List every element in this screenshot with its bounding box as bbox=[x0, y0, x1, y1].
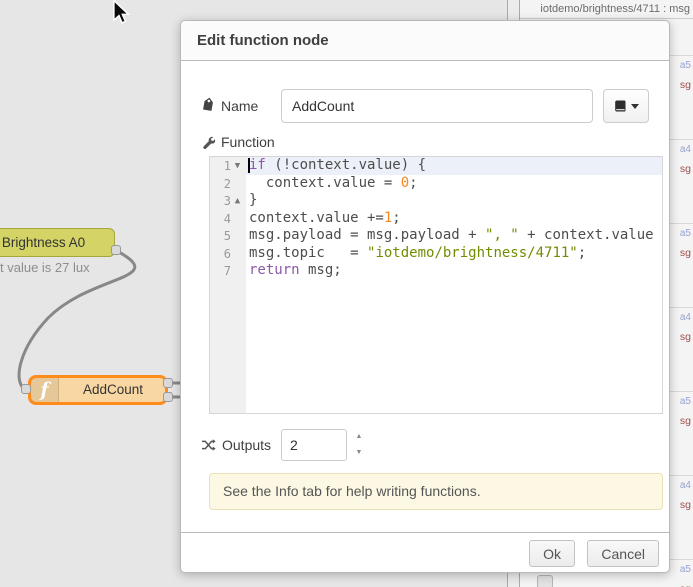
library-button[interactable] bbox=[603, 89, 649, 123]
fold-widget-icon[interactable]: ▼ bbox=[231, 158, 244, 175]
gutter-line: 6 bbox=[210, 245, 246, 263]
node-red-app: Brightness A0 t value is 27 lux f AddCou… bbox=[0, 0, 693, 587]
edit-function-dialog: Edit function node Name Function bbox=[180, 20, 670, 573]
code-line[interactable]: } bbox=[246, 192, 662, 210]
brightness-output-port[interactable] bbox=[111, 245, 121, 255]
outputs-input[interactable] bbox=[281, 429, 347, 461]
code-line[interactable]: msg.payload = msg.payload + ", " + conte… bbox=[246, 227, 662, 245]
spinner-down-button[interactable]: ▼ bbox=[350, 445, 368, 461]
spinner-up-button[interactable]: ▲ bbox=[350, 429, 368, 445]
fold-widget-icon[interactable]: ▲ bbox=[231, 193, 244, 210]
info-message: See the Info tab for help writing functi… bbox=[209, 473, 663, 510]
editor-gutter: 1 ▼ 2 3 ▲ 4 5 6 7 bbox=[210, 157, 246, 413]
mouse-cursor bbox=[113, 0, 130, 24]
addcount-output-port-2[interactable] bbox=[163, 392, 173, 402]
outputs-label-text: Outputs bbox=[222, 437, 272, 453]
code-line[interactable]: context.value = 0; bbox=[246, 175, 662, 193]
code-line[interactable]: return msg; bbox=[246, 262, 662, 280]
gutter-line: 2 bbox=[210, 175, 246, 193]
fold-widget-icon bbox=[231, 263, 244, 280]
editor-text-cursor bbox=[248, 158, 250, 173]
shuffle-icon bbox=[201, 439, 216, 451]
node-addcount-label: AddCount bbox=[82, 382, 144, 397]
book-icon bbox=[615, 100, 626, 112]
node-brightness-label: Brightness A0 bbox=[1, 235, 86, 250]
function-label-text: Function bbox=[221, 134, 275, 150]
gutter-line: 7 bbox=[210, 262, 246, 280]
debug-message-header[interactable]: iotdemo/brightness/4711 : msg bbox=[520, 0, 693, 19]
footer-divider bbox=[181, 532, 669, 533]
gutter-line: 4 bbox=[210, 210, 246, 228]
fold-widget-icon bbox=[231, 211, 244, 228]
name-label-text: Name bbox=[221, 98, 259, 114]
addcount-input-port[interactable] bbox=[21, 384, 31, 394]
node-addcount[interactable]: f AddCount bbox=[28, 375, 168, 405]
gutter-line: 3 ▲ bbox=[210, 192, 246, 210]
outputs-spinner: ▲ ▼ bbox=[350, 429, 368, 461]
cancel-button[interactable]: Cancel bbox=[587, 540, 659, 567]
function-code-editor[interactable]: 1 ▼ 2 3 ▲ 4 5 6 7 if (!context.value) { context.… bbox=[209, 156, 663, 414]
brightness-status-text: t value is 27 lux bbox=[0, 260, 90, 275]
tag-icon bbox=[203, 97, 213, 111]
fold-widget-icon bbox=[231, 246, 244, 263]
code-line[interactable]: msg.topic = "iotdemo/brightness/4711"; bbox=[246, 245, 662, 263]
gutter-line: 1 ▼ bbox=[210, 157, 246, 175]
fold-widget-icon bbox=[231, 176, 244, 193]
outputs-label: Outputs bbox=[201, 429, 277, 461]
addcount-output-port-1[interactable] bbox=[163, 378, 173, 388]
fold-widget-icon bbox=[231, 228, 244, 245]
ok-button[interactable]: Ok bbox=[529, 540, 575, 567]
name-input[interactable] bbox=[281, 89, 593, 123]
name-label: Name bbox=[201, 89, 277, 123]
editor-code-area[interactable]: if (!context.value) { context.value = 0;… bbox=[246, 157, 662, 413]
function-f-icon: f bbox=[31, 378, 59, 402]
code-line[interactable]: if (!context.value) { bbox=[246, 157, 662, 175]
wrench-icon bbox=[203, 136, 215, 149]
node-brightness-a0[interactable]: Brightness A0 bbox=[0, 228, 115, 257]
chevron-down-icon bbox=[631, 103, 639, 109]
gutter-line: 5 bbox=[210, 227, 246, 245]
dialog-title: Edit function node bbox=[181, 21, 669, 61]
function-label: Function bbox=[201, 131, 277, 153]
code-line[interactable]: context.value +=1; bbox=[246, 210, 662, 228]
sidebar-scrollbar-thumb[interactable] bbox=[537, 575, 553, 587]
